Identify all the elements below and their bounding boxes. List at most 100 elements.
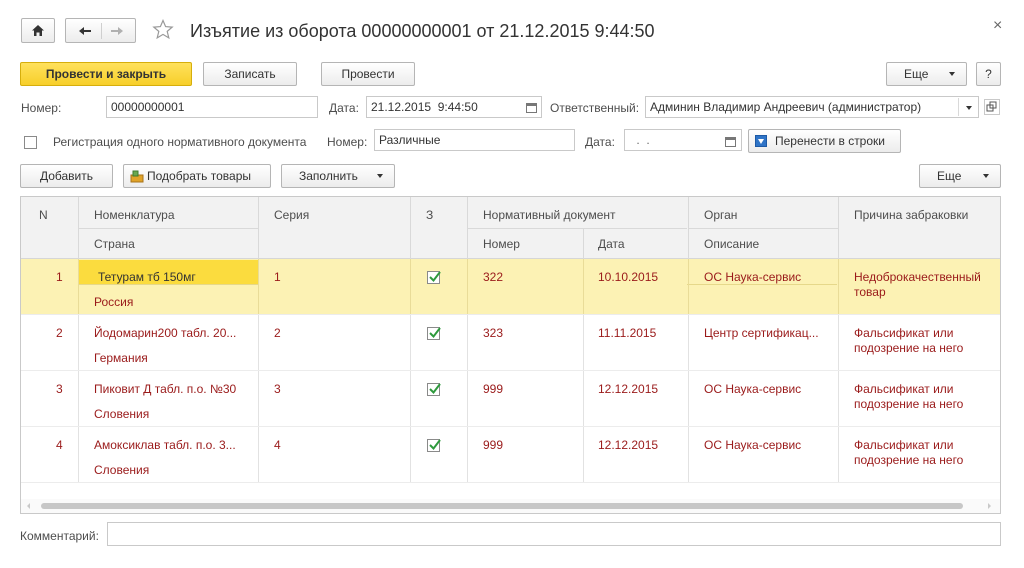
cell-country[interactable]: Германия <box>94 351 148 365</box>
cell-country[interactable]: Словения <box>94 407 149 421</box>
scrollbar-thumb[interactable] <box>41 503 963 509</box>
scroll-left-icon[interactable] <box>27 503 30 509</box>
row-checkbox[interactable] <box>427 383 441 396</box>
calendar-icon[interactable] <box>526 103 537 113</box>
cell-name[interactable]: Пиковит Д табл. п.о. №30 <box>94 382 236 396</box>
cell-organ[interactable]: Центр сертификац... <box>704 326 819 340</box>
cell-reason[interactable]: Фальсификат или подозрение на него <box>854 382 994 412</box>
col-reason-header[interactable]: Причина забраковки <box>854 208 968 222</box>
scroll-right-icon[interactable] <box>988 503 991 509</box>
forward-arrow-icon[interactable] <box>107 22 127 40</box>
cell-name[interactable]: Амоксиклав табл. п.о. 3... <box>94 438 236 452</box>
cell-date[interactable]: 12.12.2015 <box>598 438 658 452</box>
table-row[interactable]: 4 Амоксиклав табл. п.о. 3... Словения 4 999 1… <box>21 427 1000 483</box>
row-checkbox[interactable] <box>427 271 441 284</box>
cell-reason[interactable]: Фальсификат или подозрение на него <box>854 438 994 468</box>
cell-country[interactable]: Россия <box>94 295 133 309</box>
cell-number[interactable]: 322 <box>483 270 503 284</box>
home-icon <box>32 25 44 36</box>
cell-n[interactable]: 2 <box>56 326 63 340</box>
cell-reason[interactable]: Недоброкачественный товар <box>854 270 994 300</box>
cell-n[interactable]: 3 <box>56 382 63 396</box>
cell-series[interactable]: 1 <box>274 270 281 284</box>
doc-number-field[interactable]: Различные <box>374 129 575 151</box>
cell-number[interactable]: 323 <box>483 326 503 340</box>
back-arrow-icon[interactable] <box>75 22 95 40</box>
pick-goods-label: Подобрать товары <box>147 169 251 183</box>
cell-series[interactable]: 3 <box>274 382 281 396</box>
home-button[interactable] <box>21 18 55 43</box>
more-actions-button[interactable]: Еще <box>886 62 967 86</box>
cell-number[interactable]: 999 <box>483 382 503 396</box>
doc-calendar-icon[interactable] <box>725 137 736 147</box>
doc-date-label: Дата: <box>585 135 615 149</box>
cell-series[interactable]: 2 <box>274 326 281 340</box>
favorite-star-icon[interactable] <box>152 18 174 43</box>
goods-table: N Номенклатура Страна Серия З Нормативны… <box>20 196 1001 514</box>
arrow-down-icon <box>755 135 767 147</box>
cell-reason[interactable]: Фальсификат или подозрение на него <box>854 326 994 356</box>
cell-country[interactable]: Словения <box>94 463 149 477</box>
col-z-header[interactable]: З <box>426 208 433 222</box>
table-row[interactable]: 3 Пиковит Д табл. п.о. №30 Словения 3 999 12.… <box>21 371 1000 427</box>
responsible-label: Ответственный: <box>550 101 640 115</box>
col-organ-header[interactable]: Орган <box>704 208 737 222</box>
horizontal-scrollbar[interactable] <box>21 499 1000 513</box>
col-norm-doc-header[interactable]: Нормативный документ <box>483 208 616 222</box>
move-to-rows-label: Перенести в строки <box>775 134 885 148</box>
open-icon[interactable] <box>984 99 1000 115</box>
col-number-header[interactable]: Номер <box>483 237 520 251</box>
single-doc-checkbox[interactable] <box>24 136 37 149</box>
col-series-header[interactable]: Серия <box>274 208 309 222</box>
dropdown-arrow-icon <box>983 174 989 178</box>
dropdown-arrow-icon <box>377 174 383 178</box>
dropdown-arrow-icon <box>949 72 955 76</box>
date-field[interactable]: 21.12.2015 9:44:50 <box>366 96 542 118</box>
table-row[interactable]: 1 Тетурам тб 150мг Россия 1 322 10.10.2015 ОС … <box>21 259 1000 315</box>
cell-date[interactable]: 12.12.2015 <box>598 382 658 396</box>
table-row[interactable]: 2 Йодомарин200 табл. 20... Германия 2 323 11.… <box>21 315 1000 371</box>
post-button[interactable]: Провести <box>321 62 415 86</box>
number-field[interactable]: 00000000001 <box>106 96 318 118</box>
cell-name[interactable]: Йодомарин200 табл. 20... <box>94 326 236 340</box>
responsible-value: Админин Владимир Андреевич (администрато… <box>650 100 922 114</box>
pick-goods-button[interactable]: Подобрать товары <box>123 164 271 188</box>
cell-date[interactable]: 11.11.2015 <box>598 326 656 340</box>
nav-group <box>65 18 136 43</box>
responsible-dropdown-icon[interactable] <box>966 106 972 110</box>
comment-field[interactable] <box>107 522 1001 546</box>
window-title: Изъятие из оборота 00000000001 от 21.12.… <box>190 21 655 41</box>
post-and-close-button[interactable]: Провести и закрыть <box>20 62 192 86</box>
cell-organ[interactable]: ОС Наука-сервис <box>704 438 801 452</box>
cell-series[interactable]: 4 <box>274 438 281 452</box>
pick-goods-icon <box>130 170 144 183</box>
doc-date-value: . . <box>633 133 650 147</box>
col-description-header[interactable]: Описание <box>704 237 759 251</box>
col-nomenclature-header[interactable]: Номенклатура <box>94 208 175 222</box>
fill-label: Заполнить <box>299 169 358 183</box>
single-doc-label: Регистрация одного нормативного документ… <box>53 135 307 149</box>
col-n-header[interactable]: N <box>39 208 48 222</box>
comment-label: Комментарий: <box>20 529 99 543</box>
cell-organ[interactable]: ОС Наука-сервис <box>704 270 801 284</box>
help-button[interactable]: ? <box>976 62 1001 86</box>
cell-name[interactable]: Тетурам тб 150мг <box>98 270 196 284</box>
cell-date[interactable]: 10.10.2015 <box>598 270 658 284</box>
row-checkbox[interactable] <box>427 327 441 340</box>
fill-button[interactable]: Заполнить <box>281 164 395 188</box>
table-more-button[interactable]: Еще <box>919 164 1001 188</box>
col-country-header[interactable]: Страна <box>94 237 135 251</box>
table-header: N Номенклатура Страна Серия З Нормативны… <box>21 197 1000 259</box>
save-button[interactable]: Записать <box>203 62 297 86</box>
add-button[interactable]: Добавить <box>20 164 113 188</box>
cell-n[interactable]: 1 <box>56 270 63 284</box>
number-label: Номер: <box>21 101 62 115</box>
cell-organ[interactable]: ОС Наука-сервис <box>704 382 801 396</box>
move-to-rows-button[interactable]: Перенести в строки <box>748 129 901 153</box>
cell-number[interactable]: 999 <box>483 438 503 452</box>
responsible-field[interactable]: Админин Владимир Андреевич (администрато… <box>645 96 979 118</box>
close-icon[interactable]: × <box>993 17 1002 35</box>
cell-n[interactable]: 4 <box>56 438 63 452</box>
row-checkbox[interactable] <box>427 439 441 452</box>
col-date-header[interactable]: Дата <box>598 237 625 251</box>
